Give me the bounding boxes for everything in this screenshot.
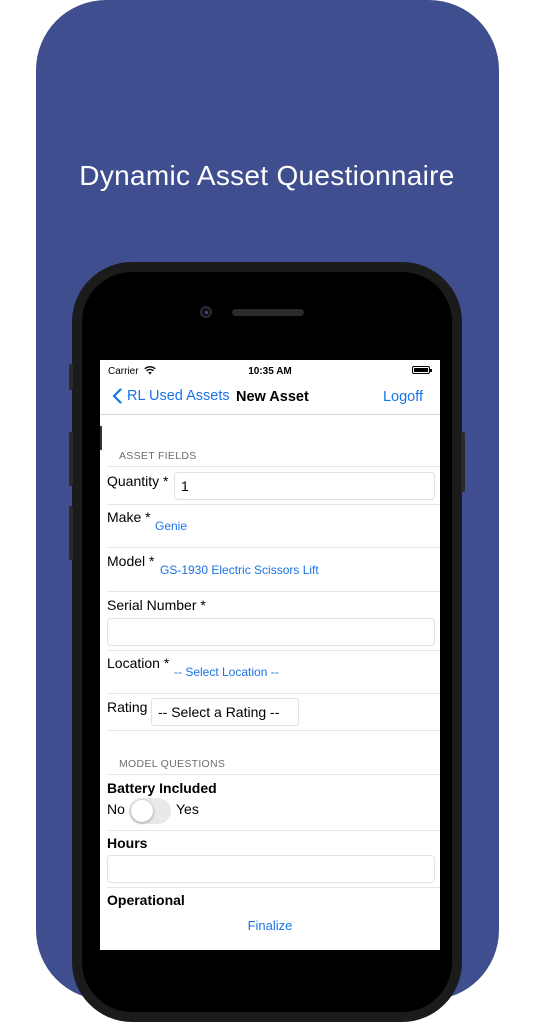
model-value-link[interactable]: GS-1930 Electric Scissors Lift bbox=[160, 563, 319, 577]
battery-included-label: Battery Included bbox=[107, 780, 217, 796]
operational-label: Operational bbox=[107, 892, 185, 908]
phone-volume-up bbox=[69, 432, 73, 486]
quantity-label: Quantity * bbox=[107, 473, 169, 489]
toggle-knob bbox=[131, 800, 153, 822]
hours-label: Hours bbox=[107, 835, 148, 851]
back-button-label: RL Used Assets bbox=[127, 388, 230, 404]
toggle-off-label: No bbox=[107, 801, 125, 817]
text-cursor bbox=[100, 426, 105, 450]
speaker-grille bbox=[232, 309, 304, 316]
serial-number-label: Serial Number * bbox=[107, 597, 206, 613]
rating-select[interactable]: -- Select a Rating -- bbox=[151, 698, 299, 726]
logoff-button[interactable]: Logoff bbox=[383, 389, 423, 405]
navigation-bar: RL Used Assets New Asset Logoff bbox=[100, 382, 440, 415]
status-bar: Carrier 10:35 AM bbox=[100, 360, 440, 382]
status-time: 10:35 AM bbox=[248, 366, 292, 377]
divider bbox=[107, 547, 440, 548]
divider bbox=[107, 504, 440, 505]
phone-mute-switch bbox=[69, 364, 73, 390]
toggle-on-label: Yes bbox=[176, 801, 199, 817]
divider bbox=[107, 830, 440, 831]
chevron-left-icon bbox=[112, 388, 122, 404]
make-label: Make * bbox=[107, 509, 151, 525]
quantity-input[interactable]: 1 bbox=[174, 472, 435, 500]
divider bbox=[107, 774, 440, 775]
divider bbox=[107, 591, 440, 592]
app-screen: Carrier 10:35 AM RL Used Assets New Asse… bbox=[100, 360, 440, 950]
divider bbox=[107, 887, 440, 888]
make-value-link[interactable]: Genie bbox=[155, 519, 187, 533]
section-header-asset-fields: ASSET FIELDS bbox=[119, 450, 197, 462]
model-label: Model * bbox=[107, 553, 155, 569]
marketing-headline: Dynamic Asset Questionnaire bbox=[79, 160, 455, 191]
back-button[interactable]: RL Used Assets bbox=[112, 388, 230, 404]
divider bbox=[107, 693, 440, 694]
divider bbox=[107, 730, 440, 731]
battery-included-toggle[interactable] bbox=[129, 798, 171, 824]
serial-number-input[interactable] bbox=[107, 618, 435, 646]
phone-power-button bbox=[461, 432, 465, 492]
page-title: New Asset bbox=[236, 389, 309, 405]
battery-icon bbox=[412, 366, 432, 374]
finalize-button[interactable]: Finalize bbox=[100, 918, 440, 933]
camera-icon bbox=[200, 306, 212, 318]
hours-input[interactable] bbox=[107, 855, 435, 883]
divider bbox=[107, 466, 440, 467]
phone-volume-down bbox=[69, 506, 73, 560]
rating-label: Rating bbox=[107, 699, 148, 715]
section-header-model-questions: MODEL QUESTIONS bbox=[119, 758, 226, 770]
location-select-link[interactable]: -- Select Location -- bbox=[174, 665, 279, 679]
location-label: Location * bbox=[107, 655, 170, 671]
divider bbox=[107, 650, 440, 651]
